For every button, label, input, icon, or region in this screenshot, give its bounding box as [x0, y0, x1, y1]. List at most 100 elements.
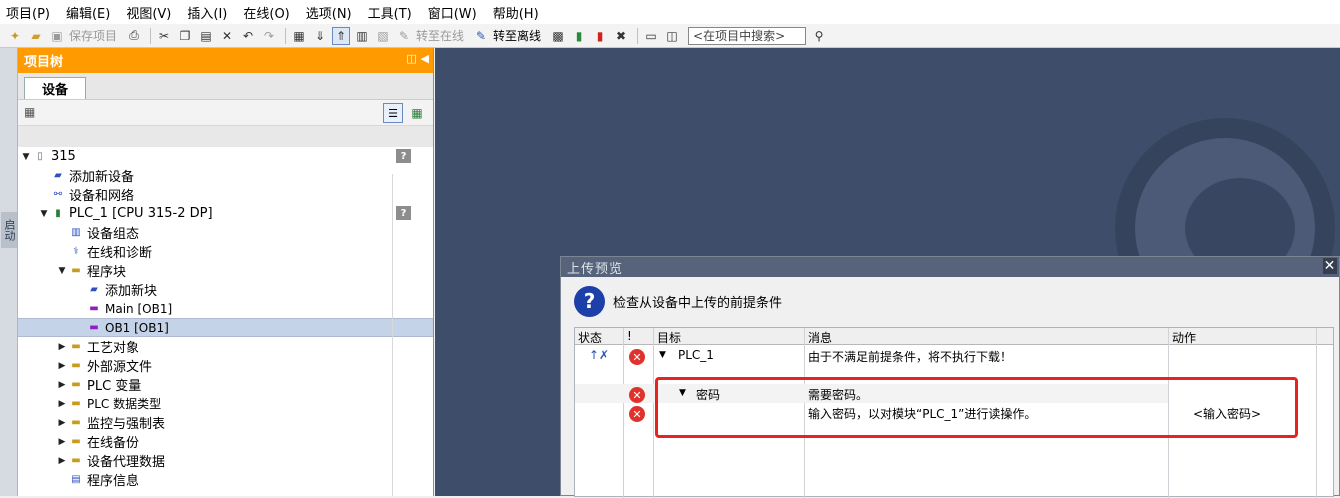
tree-item[interactable]: ▼ ▬ 程序块	[18, 261, 433, 280]
menu-insert[interactable]: 插入(I)	[187, 3, 227, 22]
tree-item[interactable]: ▶ ▬ 在线备份	[18, 432, 433, 451]
save-project-button[interactable]: 保存项目	[69, 27, 117, 44]
go-offline-icon[interactable]: ✎	[472, 27, 490, 45]
col-excl[interactable]: !	[627, 329, 632, 343]
search-binoculars-icon[interactable]: ⚲	[810, 27, 828, 45]
overview-icon[interactable]: ☰	[383, 103, 403, 123]
tree-item[interactable]: ⚕ 在线和诊断	[18, 242, 433, 261]
tab-devices[interactable]: 设备	[24, 77, 86, 99]
tree-column-divider	[392, 174, 393, 496]
go-offline-button[interactable]: 转至离线	[493, 27, 541, 44]
tree-item[interactable]: ▼ ▮ PLC_1 [CPU 315-2 DP]?	[18, 204, 433, 223]
tree-item-label: Main [OB1]	[105, 301, 173, 316]
upload-icon[interactable]: ⇑	[332, 26, 351, 45]
tree-item[interactable]: ▬ OB1 [OB1]	[18, 318, 433, 337]
folder-icon: ▬	[71, 360, 81, 371]
panel-controls[interactable]: ◫ ◀	[406, 52, 429, 65]
expand-arrow-icon[interactable]: ▶	[56, 418, 68, 428]
menu-online[interactable]: 在线(O)	[243, 3, 289, 22]
expand-arrow-icon[interactable]: ▼	[659, 350, 666, 360]
expand-arrow-icon[interactable]: ▶	[56, 399, 68, 409]
go-online-icon[interactable]: ✎	[395, 27, 413, 45]
col-target[interactable]: 目标	[657, 329, 681, 346]
tree-item[interactable]: ▬ Main [OB1]	[18, 299, 433, 318]
stop-cpu-icon[interactable]: ▮	[591, 27, 609, 45]
tree-add-icon[interactable]: ▦	[407, 103, 427, 123]
menu-help[interactable]: 帮助(H)	[493, 3, 539, 22]
undo-icon[interactable]: ↶	[239, 27, 257, 45]
expand-arrow-icon[interactable]: ▼	[20, 152, 32, 162]
paste-icon[interactable]: ▤	[197, 27, 215, 45]
start-cpu-icon[interactable]: ▮	[570, 27, 588, 45]
split-vertical-icon[interactable]: ◫	[663, 27, 681, 45]
menu-tools[interactable]: 工具(T)	[368, 3, 412, 22]
tree-item[interactable]: ▶ ▬ 设备代理数据	[18, 451, 433, 470]
open-project-icon[interactable]: ▰	[27, 27, 45, 45]
tree-item-label: OB1 [OB1]	[105, 320, 169, 335]
close-icon[interactable]: ✕	[1323, 258, 1337, 274]
cross-reference-icon[interactable]: ✖	[612, 27, 630, 45]
start-portal-tab[interactable]: 启动	[1, 212, 17, 248]
tree-filter-row	[18, 125, 433, 147]
tree-item-label: 315	[51, 149, 76, 164]
tree-item[interactable]: ▰ 添加新设备	[18, 166, 433, 185]
block-icon: ▬	[89, 303, 99, 314]
tree-item-label: 程序块	[87, 265, 127, 280]
tree-item[interactable]: ⚯ 设备和网络	[18, 185, 433, 204]
compile-icon[interactable]: ▦	[290, 27, 308, 45]
expand-arrow-icon[interactable]: ▶	[56, 380, 68, 390]
col-message[interactable]: 消息	[808, 329, 832, 346]
tree-item-label: PLC_1 [CPU 315-2 DP]	[69, 206, 213, 221]
tree-item[interactable]: ▶ ▬ 外部源文件	[18, 356, 433, 375]
col-status[interactable]: 状态	[578, 329, 602, 346]
expand-arrow-icon[interactable]: ▶	[56, 361, 68, 371]
dialog-heading: ? 检查从设备中上传的前提条件	[561, 277, 1339, 325]
cut-icon[interactable]: ✂	[155, 27, 173, 45]
expand-arrow-icon[interactable]: ▼	[38, 209, 50, 219]
tree-item[interactable]: ▶ ▬ 监控与强制表	[18, 413, 433, 432]
menu-project[interactable]: 项目(P)	[6, 3, 50, 22]
tree-item[interactable]: ▤ 程序信息	[18, 470, 433, 489]
tree-item-label: 程序信息	[87, 474, 140, 489]
tree-item[interactable]: ▶ ▬ PLC 数据类型	[18, 394, 433, 413]
menu-view[interactable]: 视图(V)	[126, 3, 171, 22]
tree-item[interactable]: ▶ ▬ PLC 变量	[18, 375, 433, 394]
menu-edit[interactable]: 编辑(E)	[66, 3, 110, 22]
expand-arrow-icon[interactable]: ▼	[56, 266, 68, 276]
tree-rows: ▼ ▯ 315? ▰ 添加新设备 ⚯ 设备和网络 ▼ ▮ PLC_1 [CPU 315-2 DP]…	[18, 147, 433, 489]
table-header: 状态 ! 目标 消息 动作	[575, 328, 1333, 345]
toolbar: ✦ ▰ ▣ 保存项目 ⎙ ✂ ❐ ▤ ✕ ↶ ↷ ▦ ⇓ ⇑ ▥ ▧ ✎ 转至在…	[0, 24, 1340, 48]
copy-icon[interactable]: ❐	[176, 27, 194, 45]
save-icon[interactable]: ▣	[48, 27, 66, 45]
folder-icon: ▬	[71, 265, 81, 276]
new-project-icon[interactable]: ✦	[6, 27, 24, 45]
program-info-icon: ▤	[71, 474, 81, 485]
project-search-input[interactable]: <在项目中搜索>	[688, 26, 807, 45]
menu-window[interactable]: 窗口(W)	[428, 3, 477, 22]
go-online-button[interactable]: 转至在线	[416, 27, 464, 44]
tree-item[interactable]: ▥ 设备组态	[18, 223, 433, 242]
table-row[interactable]: ↑✗ ✕ ▼ PLC_1 由于不满足前提条件，将不执行下载！	[575, 346, 1335, 365]
expand-arrow-icon[interactable]: ▶	[56, 456, 68, 466]
folder-icon: ▬	[71, 379, 81, 390]
tree-item[interactable]: ▰ 添加新块	[18, 280, 433, 299]
accessible-devices-icon[interactable]: ▩	[549, 27, 567, 45]
download-icon[interactable]: ⇓	[311, 27, 329, 45]
delete-icon[interactable]: ✕	[218, 27, 236, 45]
tree-item-label: 工艺对象	[87, 341, 140, 356]
tree-item[interactable]: ▶ ▬ 工艺对象	[18, 337, 433, 356]
dialog-heading-text: 检查从设备中上传的前提条件	[613, 295, 783, 311]
split-horizontal-icon[interactable]: ▭	[642, 27, 660, 45]
menu-options[interactable]: 选项(N)	[306, 3, 352, 22]
redo-icon[interactable]: ↷	[260, 27, 278, 45]
help-status-icon: ?	[396, 206, 411, 220]
expand-arrow-icon[interactable]: ▶	[56, 342, 68, 352]
tree-item-label: 在线和诊断	[87, 246, 153, 261]
simulate-icon[interactable]: ▧	[374, 27, 392, 45]
col-action[interactable]: 动作	[1172, 329, 1196, 346]
print-icon[interactable]: ⎙	[125, 27, 143, 45]
expand-arrow-icon[interactable]: ▶	[56, 437, 68, 447]
tree-options-icon[interactable]: ▦	[24, 105, 35, 119]
simulation-icon[interactable]: ▥	[353, 27, 371, 45]
tree-item[interactable]: ▼ ▯ 315?	[18, 147, 433, 166]
